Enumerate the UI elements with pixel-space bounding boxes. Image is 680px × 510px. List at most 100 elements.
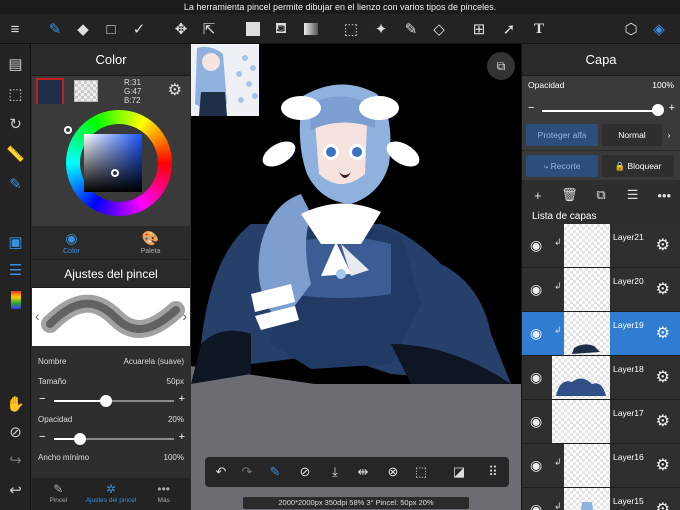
visibility-eye-icon[interactable]: ◉ <box>530 457 542 474</box>
eraser-tool-icon[interactable]: ◆ <box>72 18 94 40</box>
size-plus-icon[interactable]: + <box>179 393 185 405</box>
3d-material-icon[interactable]: ⬡ <box>620 18 642 40</box>
hue-cursor[interactable] <box>64 126 72 134</box>
visibility-eye-icon[interactable]: ◉ <box>530 237 542 254</box>
layer-settings-gear-icon[interactable]: ⚙ <box>656 279 670 299</box>
clip-button[interactable]: ⤷ Recorte <box>526 155 598 177</box>
layer-item[interactable]: ◉ ↲ Layer21 ⚙ <box>522 224 680 268</box>
hand-tool-icon[interactable]: ✋ <box>4 392 27 415</box>
tab-color[interactable]: ◉ Color <box>32 226 111 259</box>
layer-opacity-knob[interactable] <box>652 104 664 116</box>
edit-icon[interactable]: ◪ <box>449 462 469 482</box>
layers-icon[interactable]: ◈ <box>648 18 670 40</box>
brush-tool-icon[interactable]: ✎ <box>44 18 66 40</box>
correction-tool-icon[interactable]: ✓ <box>128 18 150 40</box>
visibility-eye-icon[interactable]: ◉ <box>530 369 542 386</box>
color-panel-icon[interactable]: ▣ <box>4 230 27 253</box>
brush-name-row[interactable]: Nombre Acuarela (suave) <box>32 352 190 372</box>
visibility-eye-icon[interactable]: ◉ <box>530 325 542 342</box>
color-settings-gear-icon[interactable]: ⚙ <box>168 80 182 100</box>
fill-color-icon[interactable] <box>242 18 264 40</box>
move-tool-icon[interactable]: ✥ <box>170 18 192 40</box>
protect-alpha-button[interactable]: Proteger alfa <box>526 124 598 146</box>
layer-item-selected[interactable]: ◉ ↲ Layer19 ⚙ <box>522 312 680 356</box>
brush-opacity-slider[interactable]: − + <box>32 430 190 448</box>
selection-toggle-icon[interactable]: ⬚ <box>4 82 27 105</box>
layer-settings-gear-icon[interactable]: ⚙ <box>656 235 670 255</box>
brush-toggle-icon[interactable]: ✎ <box>265 462 285 482</box>
size-minus-icon[interactable]: − <box>39 393 45 405</box>
brush-next-icon[interactable]: › <box>182 308 187 324</box>
opacity-plus-icon[interactable]: + <box>179 431 185 443</box>
save-download-icon[interactable]: ⤓ <box>325 462 345 482</box>
layer-name: Layer19 <box>613 320 644 330</box>
secondary-color-swatch[interactable] <box>74 80 98 102</box>
ruler-icon[interactable]: 📏 <box>4 142 27 165</box>
layer-settings-gear-icon[interactable]: ⚙ <box>656 411 670 431</box>
clear-icon[interactable]: ⬚ <box>411 462 431 482</box>
main-color-swatch[interactable] <box>36 78 64 106</box>
layer-list-menu-icon[interactable]: ☰ <box>617 187 649 203</box>
select-eraser-icon[interactable]: ◇ <box>428 18 450 40</box>
add-layer-icon[interactable]: + <box>522 188 554 203</box>
gradient-tool-icon[interactable] <box>300 18 322 40</box>
visibility-eye-icon[interactable]: ◉ <box>530 413 542 430</box>
text-tool-icon[interactable]: T <box>528 18 550 40</box>
undo-quick-icon[interactable]: ↶ <box>211 462 231 482</box>
layer-settings-gear-icon[interactable]: ⚙ <box>656 323 670 343</box>
tab-brush-settings[interactable]: ✲ Ajustes del pincel <box>85 478 138 510</box>
layer-more-icon[interactable]: ••• <box>648 188 680 203</box>
delete-layer-icon[interactable]: 🗑 <box>554 187 586 203</box>
undo-icon[interactable]: ↩ <box>4 478 27 501</box>
rectangle-tool-icon[interactable]: □ <box>100 18 122 40</box>
snap-off-icon[interactable]: ⊗ <box>383 462 403 482</box>
saturation-value-square[interactable] <box>84 134 142 192</box>
tab-brush[interactable]: ✎ Pincel <box>32 478 85 510</box>
select-tool-icon[interactable]: ⬚ <box>340 18 362 40</box>
tab-palette[interactable]: 🎨 Paleta <box>111 226 190 259</box>
pages-icon[interactable]: ▤ <box>4 52 27 75</box>
blend-mode-select[interactable]: Normal <box>602 124 662 146</box>
layer-settings-gear-icon[interactable]: ⚙ <box>656 499 670 510</box>
eyedropper-quick-icon[interactable]: ⊘ <box>295 462 315 482</box>
flip-icon[interactable]: ⇹ <box>353 462 373 482</box>
blend-mode-chevron-icon[interactable]: › <box>662 124 676 146</box>
redo-icon[interactable]: ↪ <box>4 448 27 471</box>
layer-item[interactable]: ◉ Layer17 ⚙ <box>522 400 680 444</box>
frame-divider-icon[interactable]: ⊞ <box>468 18 490 40</box>
menu-icon[interactable]: ≡ <box>4 18 26 40</box>
layer-settings-gear-icon[interactable]: ⚙ <box>656 455 670 475</box>
lock-button[interactable]: 🔒 Bloquear <box>602 155 674 177</box>
size-slider-knob[interactable] <box>100 395 112 407</box>
operation-tool-icon[interactable]: ➚ <box>498 18 520 40</box>
opacity-slider-knob[interactable] <box>74 433 86 445</box>
layer-opacity-slider[interactable]: − + <box>522 102 680 120</box>
rotate-icon[interactable]: ↻ <box>4 112 27 135</box>
select-pen-icon[interactable]: ✎ <box>400 18 422 40</box>
sv-cursor[interactable] <box>111 169 119 177</box>
brush-size-slider[interactable]: − + <box>32 392 190 410</box>
brush-settings-icon[interactable]: ✎ <box>4 172 27 195</box>
magic-wand-icon[interactable]: ✦ <box>370 18 392 40</box>
layer-item[interactable]: ◉ Layer18 ⚙ <box>522 356 680 400</box>
visibility-eye-icon[interactable]: ◉ <box>530 281 542 298</box>
opacity-minus-icon[interactable]: − <box>39 431 45 443</box>
redo-quick-icon[interactable]: ↷ <box>237 462 257 482</box>
drawing-canvas[interactable]: ⧉ ↶ ↷ ✎ ⊘ ⤓ ⇹ ⊗ ⬚ ◪ ⠿ 2000*2000px 350dpi… <box>191 44 521 510</box>
layer-item[interactable]: ◉ ↲ Layer16 ⚙ <box>522 444 680 488</box>
layer-item[interactable]: ◉ ↲ Layer20 ⚙ <box>522 268 680 312</box>
layer-list-icon[interactable]: ☰ <box>4 258 27 281</box>
tab-more[interactable]: ••• Más <box>137 478 190 510</box>
layer-item[interactable]: ◉ ↲ Layer15 ⚙ <box>522 488 680 510</box>
bucket-tool-icon[interactable]: ⛾ <box>270 18 292 40</box>
grid-menu-icon[interactable]: ⠿ <box>483 462 503 482</box>
eyedropper-icon[interactable]: ⊘ <box>4 420 27 443</box>
navigator-icon[interactable]: ⧉ <box>487 52 515 80</box>
layer-opacity-minus-icon[interactable]: − <box>528 102 534 114</box>
transform-tool-icon[interactable]: ⇱ <box>198 18 220 40</box>
duplicate-layer-icon[interactable]: ⧉ <box>585 187 617 203</box>
color-palette-icon[interactable] <box>4 288 27 311</box>
visibility-eye-icon[interactable]: ◉ <box>530 501 542 510</box>
layer-settings-gear-icon[interactable]: ⚙ <box>656 367 670 387</box>
layer-opacity-plus-icon[interactable]: + <box>669 102 675 114</box>
